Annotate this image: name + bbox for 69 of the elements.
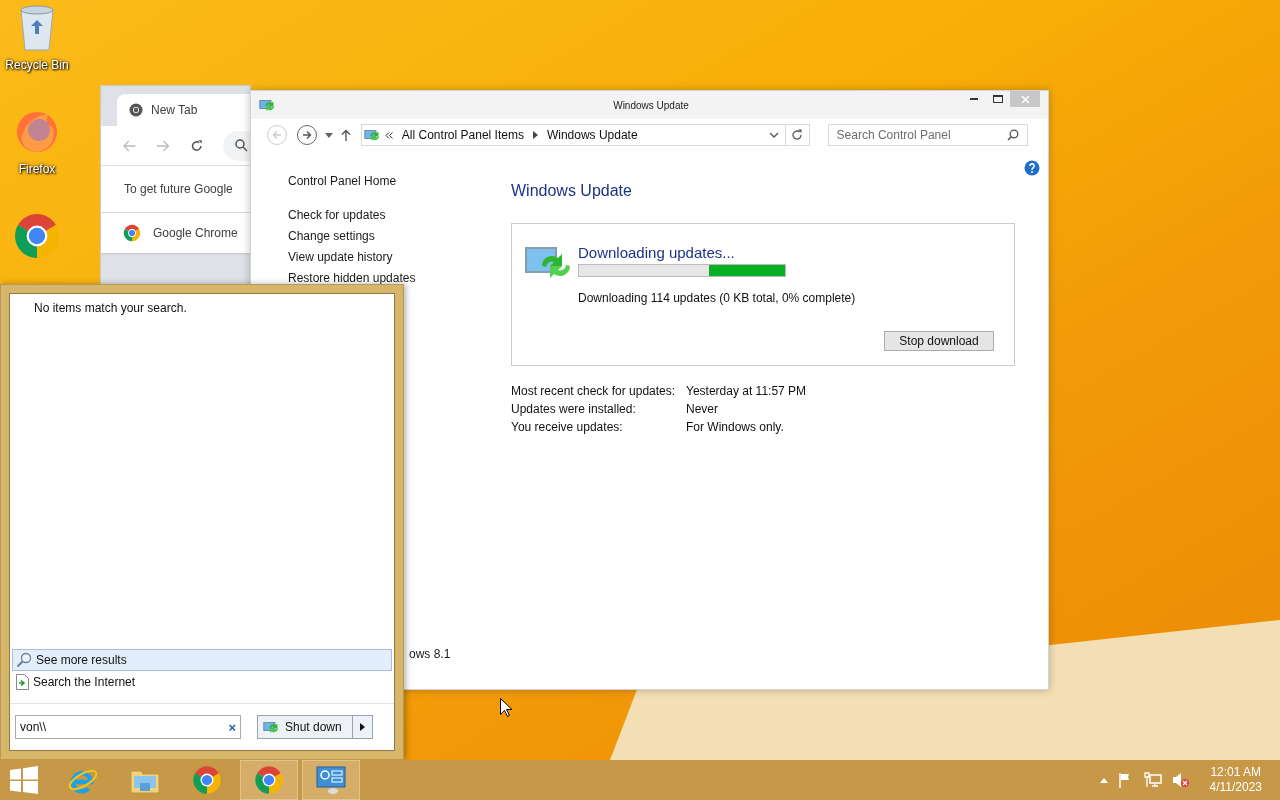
dropdown-caret-icon[interactable]: [324, 132, 333, 138]
windows-logo-icon: [10, 766, 38, 794]
status-title: Downloading updates...: [578, 244, 736, 262]
breadcrumb-arrow-icon[interactable]: [532, 131, 538, 139]
minimize-icon: [970, 98, 978, 100]
nav-link[interactable]: View update history: [288, 247, 511, 268]
chrome-icon: [123, 224, 141, 242]
info-value: For Windows only.: [686, 419, 784, 436]
taskbar-app-button[interactable]: [302, 760, 360, 800]
info-label: You receive updates:: [511, 419, 624, 436]
info-value: Never: [686, 401, 718, 418]
status-detail: Downloading 114 updates (0 KB total, 0% complete): [578, 290, 857, 307]
chrome-icon: [129, 103, 143, 117]
nav-link[interactable]: Check for updates: [288, 205, 511, 226]
result-link[interactable]: See more results: [12, 649, 392, 671]
network-icon[interactable]: [1143, 772, 1162, 788]
page-heading: Windows Update: [511, 181, 633, 201]
taskbar-app-button[interactable]: [240, 760, 298, 800]
dropdown-caret-icon[interactable]: [768, 132, 779, 138]
refresh-icon[interactable]: [791, 129, 804, 141]
back-arrow-icon: [271, 130, 282, 140]
nav-link[interactable]: Change settings: [288, 226, 511, 247]
nav-link[interactable]: Control Panel Home: [288, 171, 511, 192]
see-also-link[interactable]: ows 8.1: [409, 645, 451, 663]
speaker-muted-icon[interactable]: [1171, 772, 1190, 788]
reload-icon[interactable]: [189, 137, 203, 154]
result-link-label: Search the Internet: [33, 674, 136, 691]
maximize-icon: [993, 95, 1003, 103]
search-text: von\\: [20, 719, 47, 736]
trash-bin-icon: [17, 4, 57, 52]
control-panel-icon: [315, 765, 347, 795]
info-label: Most recent check for updates:: [511, 383, 677, 400]
update-arrows-icon: [259, 98, 275, 112]
browser-tab[interactable]: New Tab: [117, 94, 250, 126]
up-arrow-icon[interactable]: [340, 129, 351, 141]
result-link[interactable]: Search the Internet: [12, 671, 392, 693]
breadcrumb-item[interactable]: Windows Update: [542, 126, 642, 144]
stop-download-button[interactable]: Stop download: [884, 331, 994, 351]
clock-time: 12:01 AM: [1210, 765, 1262, 780]
chrome-icon: [254, 765, 284, 795]
forward-arrow-icon: [301, 130, 312, 140]
update-arrows-icon: [263, 720, 279, 734]
info-label: Updates were installed:: [511, 401, 637, 418]
address-bar[interactable]: All Control Panel Items Windows Update: [360, 124, 810, 146]
chrome-icon: [192, 765, 222, 795]
search-field[interactable]: Search Control Panel: [827, 124, 1028, 146]
update-arrows-icon: [363, 128, 380, 142]
search-placeholder: Search Control Panel: [836, 127, 952, 144]
window-title: Windows Update: [612, 98, 690, 113]
search-field[interactable]: von\\ ×: [15, 715, 241, 739]
mouse-cursor-icon: [500, 698, 512, 717]
clock-date: 4/11/2023: [1209, 780, 1262, 795]
document-arrow-icon: [16, 674, 29, 690]
info-value: Yesterday at 11:57 PM: [686, 383, 807, 400]
result-link-label: See more results: [36, 652, 127, 669]
show-hidden-icons-icon[interactable]: [1099, 777, 1108, 783]
double-chevron-icon[interactable]: [384, 131, 393, 139]
no-results-message: No items match your search.: [33, 300, 188, 317]
clear-button[interactable]: ×: [228, 720, 236, 734]
chrome-icon: [13, 212, 61, 260]
magnifier-icon: [16, 652, 32, 668]
right-arrow-icon: [360, 723, 365, 731]
search-icon[interactable]: [1007, 129, 1019, 141]
tab-title: New Tab: [151, 102, 198, 119]
breadcrumb-item[interactable]: All Control Panel Items: [397, 126, 528, 144]
search-icon: [235, 139, 248, 152]
help-icon[interactable]: [1024, 160, 1040, 176]
sync-notice: To get future Google: [124, 181, 233, 198]
close-icon: [1020, 94, 1030, 104]
